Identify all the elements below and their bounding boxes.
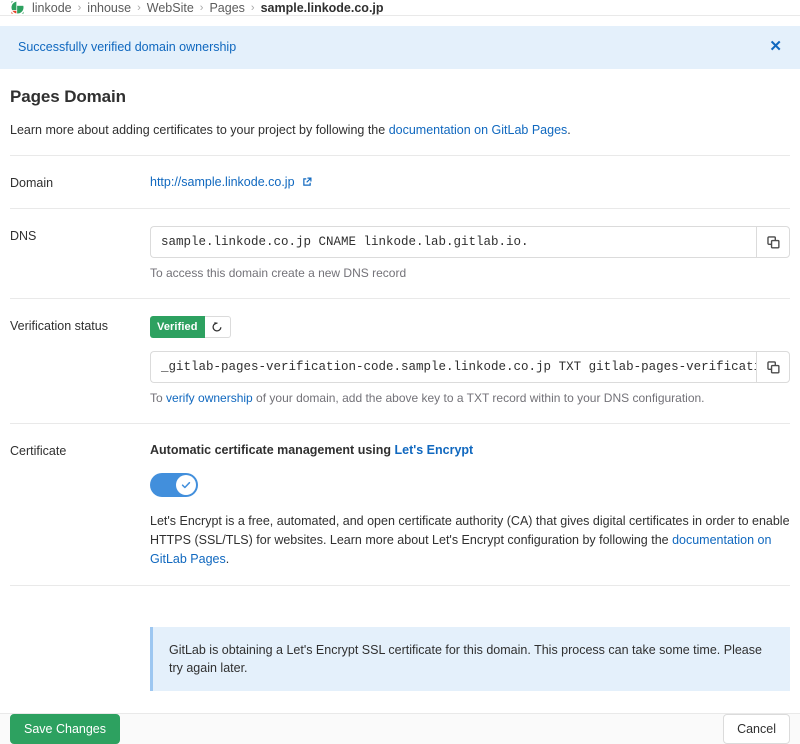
pages-domain-settings-page: linkode › inhouse › WebSite › Pages › sa…: [0, 0, 800, 744]
certificate-description-suffix: .: [225, 552, 230, 566]
page-lead: Learn more about adding certificates to …: [10, 121, 790, 139]
certificate-description: Let's Encrypt is a free, automated, and …: [150, 512, 790, 569]
certificate-row: Certificate Automatic certificate manage…: [10, 424, 790, 569]
dns-help-text: To access this domain create a new DNS r…: [150, 266, 407, 280]
verification-row: Verification status Verified _gitlab-pag…: [10, 299, 790, 407]
breadcrumb-item-2[interactable]: inhouse: [87, 1, 131, 15]
verification-input-group: _gitlab-pages-verification-code.sample.l…: [150, 351, 790, 383]
breadcrumb-separator-1: ›: [77, 1, 82, 14]
gitlab-pages-docs-link[interactable]: documentation on GitLab Pages: [389, 123, 568, 137]
breadcrumb-separator-2: ›: [137, 1, 141, 14]
domain-row: Domain http://sample.linkode.co.jp: [10, 156, 790, 192]
retry-icon: [212, 321, 222, 332]
cancel-button[interactable]: Cancel: [723, 714, 790, 744]
verification-code-wrap: _gitlab-pages-verification-code.sample.l…: [150, 351, 790, 407]
verification-code-field[interactable]: _gitlab-pages-verification-code.sample.l…: [150, 351, 756, 383]
dns-row-label: DNS: [10, 229, 37, 243]
dns-input-group: sample.linkode.co.jp CNAME linkode.lab.g…: [150, 226, 790, 258]
page-lead-suffix: .: [567, 123, 571, 137]
breadcrumb: linkode › inhouse › WebSite › Pages › sa…: [0, 0, 800, 16]
verification-copy-button[interactable]: [756, 351, 790, 383]
verification-help-prefix: To: [150, 391, 167, 405]
copy-icon: [766, 360, 780, 374]
domain-url-text: http://sample.linkode.co.jp: [150, 175, 295, 189]
verification-help-text: To verify ownership of your domain, add …: [150, 390, 790, 407]
success-alert-message: Successfully verified domain ownership: [18, 40, 237, 54]
check-icon: [181, 481, 191, 489]
retry-verification-button[interactable]: [204, 316, 231, 338]
page-lead-prefix: Learn more about adding certificates to …: [10, 123, 389, 137]
breadcrumb-item-3[interactable]: WebSite: [147, 1, 194, 15]
lets-encrypt-link[interactable]: Let's Encrypt: [395, 443, 474, 457]
breadcrumb-separator-4: ›: [250, 1, 255, 14]
certificate-title-prefix: Automatic certificate management using: [150, 443, 395, 457]
breadcrumb-separator-3: ›: [199, 1, 204, 14]
form-actions-footer: Save Changes Cancel: [0, 713, 800, 744]
verification-help-suffix: of your domain, add the above key to a T…: [252, 391, 705, 405]
dns-row: DNS sample.linkode.co.jp CNAME linkode.l…: [10, 209, 790, 282]
settings-content: Pages Domain Learn more about adding cer…: [0, 69, 800, 691]
domain-row-body: http://sample.linkode.co.jp: [150, 173, 790, 192]
breadcrumb-item-1[interactable]: linkode: [32, 1, 72, 15]
domain-url-link[interactable]: http://sample.linkode.co.jp: [150, 175, 313, 189]
certificate-row-label: Certificate: [10, 444, 67, 458]
close-icon[interactable]: ✕: [767, 39, 784, 54]
verification-status-group: Verified: [150, 316, 231, 338]
external-link-icon: [302, 177, 312, 186]
info-banner-spacer: [10, 603, 150, 691]
page-title: Pages Domain: [10, 87, 126, 106]
dns-row-body: sample.linkode.co.jp CNAME linkode.lab.g…: [150, 226, 790, 282]
info-banner-body: GitLab is obtaining a Let's Encrypt SSL …: [150, 603, 790, 691]
dns-record-field[interactable]: sample.linkode.co.jp CNAME linkode.lab.g…: [150, 226, 756, 258]
status-badge: Verified: [150, 316, 205, 338]
verification-row-body: Verified _gitlab-pages-verification-code…: [150, 316, 790, 407]
ssl-pending-info-banner: GitLab is obtaining a Let's Encrypt SSL …: [150, 627, 790, 691]
copy-icon: [766, 235, 780, 249]
verify-ownership-link[interactable]: verify ownership: [166, 391, 253, 405]
breadcrumb-item-4[interactable]: Pages: [209, 1, 244, 15]
breadcrumb-item-current: sample.linkode.co.jp: [260, 0, 384, 15]
project-avatar-icon: [10, 0, 25, 15]
domain-row-label: Domain: [10, 176, 54, 190]
toggle-knob: [176, 475, 196, 495]
success-alert: Successfully verified domain ownership ✕: [0, 26, 800, 69]
dns-copy-button[interactable]: [756, 226, 790, 258]
save-changes-button[interactable]: Save Changes: [10, 714, 121, 744]
certificate-row-body: Automatic certificate management using L…: [150, 441, 790, 569]
certificate-title: Automatic certificate management using L…: [150, 441, 790, 459]
auto-certificate-toggle[interactable]: [150, 473, 198, 497]
verification-row-label: Verification status: [10, 319, 108, 333]
info-banner-row: GitLab is obtaining a Let's Encrypt SSL …: [10, 586, 790, 691]
